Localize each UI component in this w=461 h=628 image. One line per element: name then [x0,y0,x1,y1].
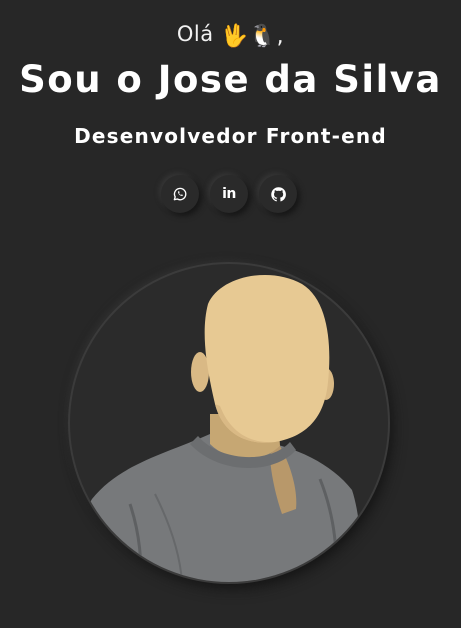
page-subtitle: Desenvolvedor Front-end [74,124,387,148]
linkedin-icon: in [222,186,236,202]
greeting: Olá 🖖🐧, [0,22,461,49]
left-ear [191,352,209,392]
whatsapp-icon [172,186,188,202]
avatar-illustration [70,274,361,582]
page-title: Sou o Jose da Silva [19,58,442,101]
greeting-emoji: 🖖🐧, [220,24,285,49]
github-button[interactable] [259,175,297,213]
greeting-text: Olá [176,22,214,46]
social-links: in [161,175,297,213]
avatar [70,264,388,582]
github-icon [270,186,287,203]
linkedin-button[interactable]: in [210,175,248,213]
whatsapp-button[interactable] [161,175,199,213]
